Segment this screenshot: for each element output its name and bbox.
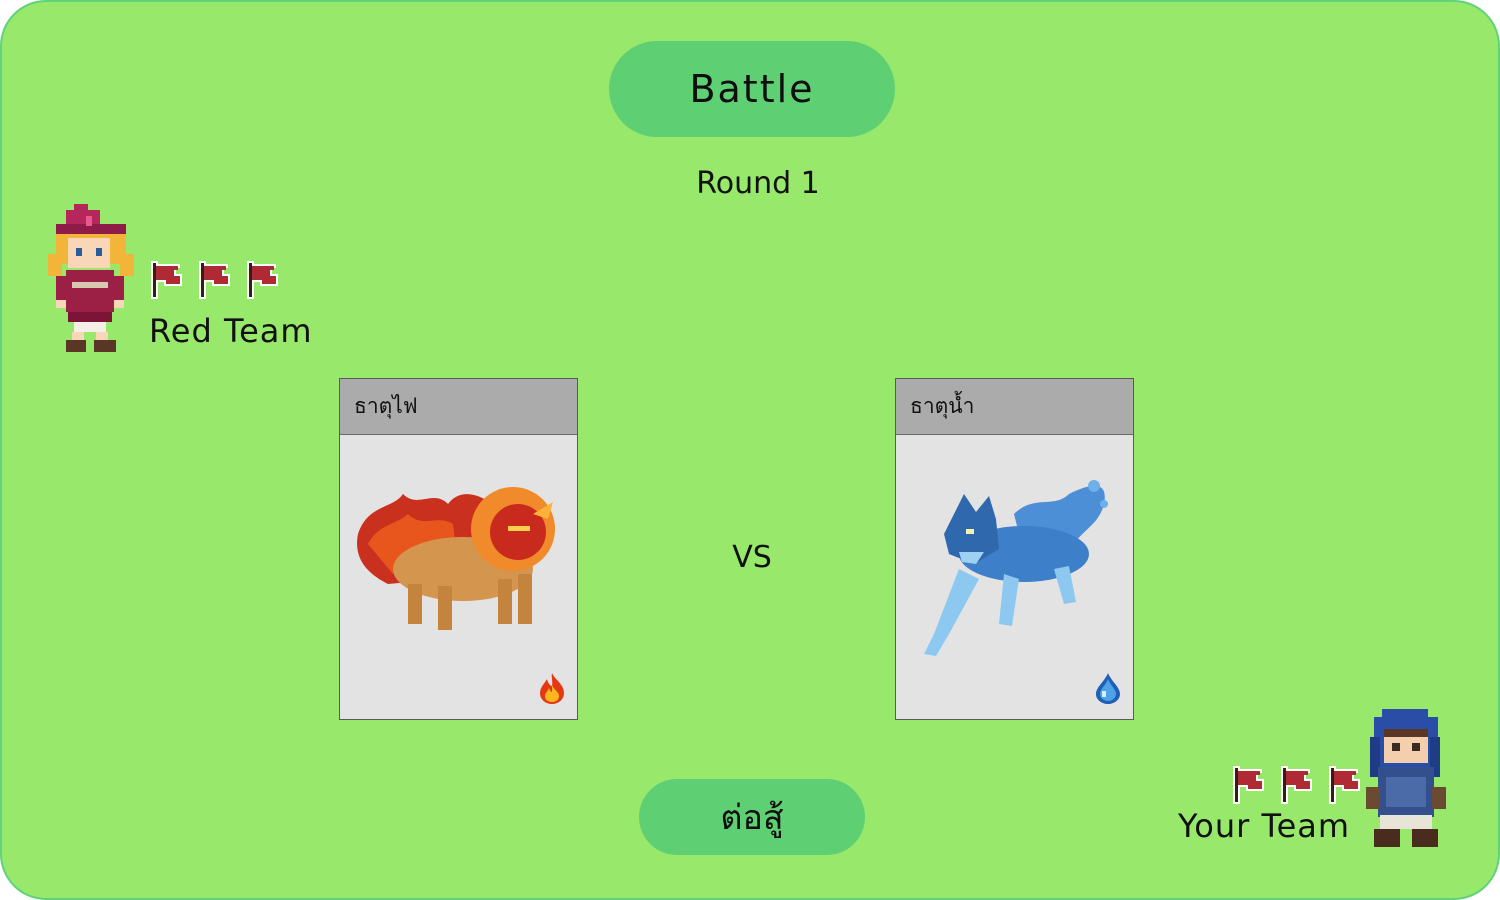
battle-title-banner: Battle	[609, 41, 895, 137]
flag-icon	[1232, 765, 1266, 805]
game-board: Battle Round 1 Red Team ธาตุไฟ VS ธาตุน้…	[0, 0, 1500, 900]
your-team-flags	[1232, 765, 1362, 805]
fire-lion-image	[348, 474, 568, 648]
your-team-avatar	[1364, 707, 1448, 855]
flag-icon	[1328, 765, 1362, 805]
your-team-name: Your Team	[1178, 807, 1351, 845]
fight-button[interactable]: ต่อสู้	[639, 779, 865, 855]
card-title: ธาตุน้ำ	[896, 379, 1133, 435]
flag-icon	[150, 260, 184, 300]
water-element-card[interactable]: ธาตุน้ำ	[895, 378, 1134, 720]
flag-icon	[246, 260, 280, 300]
red-team-name: Red Team	[149, 312, 313, 350]
red-team-flags	[150, 260, 280, 300]
versus-label: VS	[732, 540, 772, 575]
water-wolf-image	[904, 474, 1124, 678]
red-team-avatar	[44, 202, 136, 358]
fire-icon	[537, 671, 567, 709]
water-drop-icon	[1093, 671, 1123, 709]
flag-icon	[1280, 765, 1314, 805]
flag-icon	[198, 260, 232, 300]
fire-element-card[interactable]: ธาตุไฟ	[339, 378, 578, 720]
page-title: Battle	[689, 67, 815, 111]
fight-button-label: ต่อสู้	[720, 798, 784, 838]
round-label: Round 1	[696, 166, 820, 201]
card-title: ธาตุไฟ	[340, 379, 577, 435]
